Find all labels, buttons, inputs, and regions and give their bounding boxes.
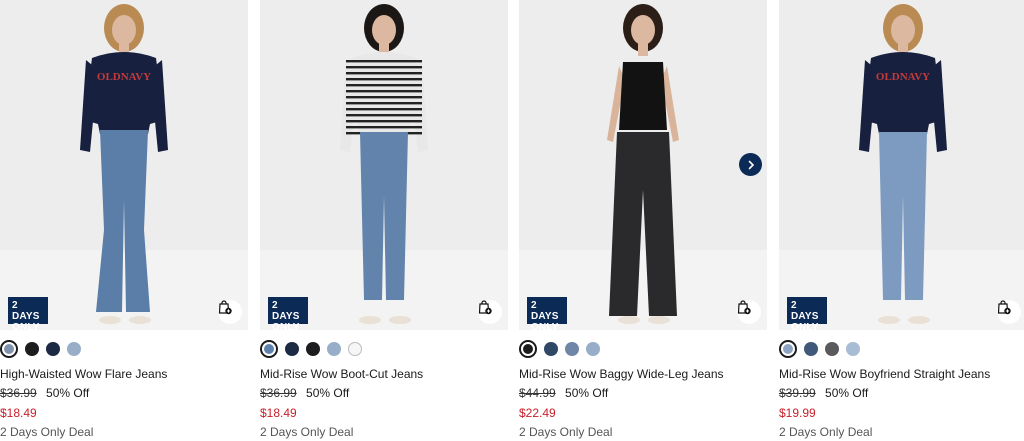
badge-line-1: 2 DAYS — [272, 300, 300, 322]
original-price: $44.99 — [519, 386, 556, 400]
sale-price: $18.49 — [0, 406, 37, 420]
product-name[interactable]: Mid-Rise Wow Boyfriend Straight Jeans — [779, 367, 990, 381]
deal-label: 2 Days Only Deal — [519, 425, 613, 439]
product-image: OLDNAVY — [0, 0, 248, 330]
color-swatch[interactable] — [565, 342, 579, 356]
deal-label: 2 Days Only Deal — [260, 425, 354, 439]
color-swatch[interactable] — [804, 342, 818, 356]
original-price: $36.99 — [260, 386, 297, 400]
product-name[interactable]: Mid-Rise Wow Baggy Wide-Leg Jeans — [519, 367, 724, 381]
two-days-only-badge: 2 DAYS ONLY — [8, 297, 48, 330]
add-to-bag-icon — [478, 300, 492, 315]
color-swatch[interactable] — [46, 342, 60, 356]
color-swatch[interactable] — [586, 342, 600, 356]
color-swatches — [260, 339, 362, 359]
deal-label: 2 Days Only Deal — [779, 425, 873, 439]
product-image — [260, 0, 508, 330]
color-swatch[interactable] — [0, 340, 18, 358]
sale-price: $19.99 — [779, 406, 816, 420]
product-name[interactable]: Mid-Rise Wow Boot-Cut Jeans — [260, 367, 423, 381]
badge-line-2: ONLY — [791, 322, 819, 330]
product-name[interactable]: High-Waisted Wow Flare Jeans — [0, 367, 167, 381]
original-price: $36.99 — [0, 386, 37, 400]
two-days-only-badge: 2 DAYS ONLY — [268, 297, 308, 330]
color-swatches — [519, 339, 600, 359]
color-swatch[interactable] — [825, 342, 839, 356]
svg-text:OLDNAVY: OLDNAVY — [97, 71, 151, 83]
svg-text:OLDNAVY: OLDNAVY — [876, 71, 930, 83]
discount-label: 50% Off — [825, 386, 869, 400]
add-to-bag-icon — [997, 300, 1011, 315]
add-to-bag-button[interactable] — [737, 300, 761, 324]
product-photo[interactable]: 2 DAYS ONLY — [519, 0, 767, 330]
color-swatch[interactable] — [544, 342, 558, 356]
color-swatch[interactable] — [519, 340, 537, 358]
product-photo[interactable]: 2 DAYS ONLY — [260, 0, 508, 330]
carousel-next-button[interactable] — [739, 153, 762, 176]
badge-line-2: ONLY — [272, 322, 300, 330]
product-card[interactable]: 2 DAYS ONLY Mid-Rise Wow Baggy Wide-Leg … — [519, 0, 767, 441]
product-card[interactable]: OLDNAVY 2 DAYS ONLY Mid-Rise Wow Boyfrie… — [779, 0, 1024, 441]
color-swatch[interactable] — [846, 342, 860, 356]
two-days-only-badge: 2 DAYS ONLY — [787, 297, 827, 330]
color-swatch[interactable] — [25, 342, 39, 356]
badge-line-2: ONLY — [12, 322, 40, 330]
discount-label: 50% Off — [306, 386, 350, 400]
discount-label: 50% Off — [565, 386, 609, 400]
color-swatch[interactable] — [67, 342, 81, 356]
add-to-bag-icon — [218, 300, 232, 315]
add-to-bag-button[interactable] — [218, 300, 242, 324]
product-image — [519, 0, 767, 330]
badge-line-1: 2 DAYS — [791, 300, 819, 322]
product-photo[interactable]: OLDNAVY 2 DAYS ONLY — [0, 0, 248, 330]
product-image: OLDNAVY — [779, 0, 1024, 330]
color-swatch[interactable] — [348, 342, 362, 356]
price-row: $39.99 50% Off — [779, 386, 868, 400]
color-swatch[interactable] — [285, 342, 299, 356]
color-swatches — [779, 339, 860, 359]
original-price: $39.99 — [779, 386, 816, 400]
chevron-right-icon — [748, 160, 754, 169]
product-card[interactable]: OLDNAVY 2 DAYS ONLY High-Waisted Wow Fla… — [0, 0, 248, 441]
color-swatch[interactable] — [306, 342, 320, 356]
sale-price: $18.49 — [260, 406, 297, 420]
discount-label: 50% Off — [46, 386, 90, 400]
badge-line-2: ONLY — [531, 322, 559, 330]
color-swatch[interactable] — [260, 340, 278, 358]
add-to-bag-button[interactable] — [997, 300, 1021, 324]
add-to-bag-button[interactable] — [478, 300, 502, 324]
price-row: $36.99 50% Off — [260, 386, 349, 400]
sale-price: $22.49 — [519, 406, 556, 420]
color-swatch[interactable] — [327, 342, 341, 356]
product-photo[interactable]: OLDNAVY 2 DAYS ONLY — [779, 0, 1024, 330]
price-row: $36.99 50% Off — [0, 386, 89, 400]
two-days-only-badge: 2 DAYS ONLY — [527, 297, 567, 330]
price-row: $44.99 50% Off — [519, 386, 608, 400]
product-card[interactable]: 2 DAYS ONLY Mid-Rise Wow Boot-Cut Jeans … — [260, 0, 508, 441]
product-grid: OLDNAVY 2 DAYS ONLY High-Waisted Wow Fla… — [0, 0, 1024, 441]
color-swatch[interactable] — [779, 340, 797, 358]
deal-label: 2 Days Only Deal — [0, 425, 94, 439]
add-to-bag-icon — [737, 300, 751, 315]
color-swatches — [0, 339, 81, 359]
badge-line-1: 2 DAYS — [531, 300, 559, 322]
badge-line-1: 2 DAYS — [12, 300, 40, 322]
